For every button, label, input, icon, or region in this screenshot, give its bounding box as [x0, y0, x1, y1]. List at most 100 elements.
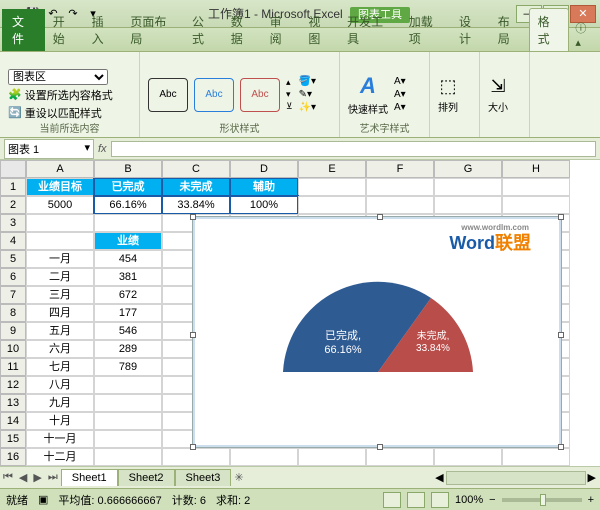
formula-input[interactable]	[111, 141, 596, 157]
cell[interactable]: 672	[94, 286, 162, 304]
cell[interactable]	[298, 178, 366, 196]
cell[interactable]	[298, 448, 366, 466]
row-header[interactable]: 1	[0, 178, 26, 196]
new-sheet-icon[interactable]: ✳	[231, 471, 246, 484]
cell[interactable]	[94, 376, 162, 394]
row-header[interactable]: 8	[0, 304, 26, 322]
cell[interactable]	[366, 178, 434, 196]
col-header[interactable]: H	[502, 160, 570, 178]
cell[interactable]: 177	[94, 304, 162, 322]
shape-outline-button[interactable]: ✎▾	[299, 89, 316, 100]
hscroll-track[interactable]	[446, 471, 586, 485]
cell[interactable]	[26, 232, 94, 250]
cell[interactable]: 二月	[26, 268, 94, 286]
row-header[interactable]: 4	[0, 232, 26, 250]
cell[interactable]: 十二月	[26, 448, 94, 466]
arrange-button[interactable]: ⬚排列	[438, 76, 458, 114]
cell[interactable]: 九月	[26, 394, 94, 412]
help-icon[interactable]: ⓘ ▴	[569, 18, 600, 51]
col-header[interactable]: B	[94, 160, 162, 178]
shape-style-3[interactable]: Abc	[240, 78, 280, 112]
row-header[interactable]: 9	[0, 322, 26, 340]
cell[interactable]	[94, 214, 162, 232]
cell[interactable]: 289	[94, 340, 162, 358]
gallery-down-icon[interactable]: ▾	[286, 89, 293, 100]
cell[interactable]: 5000	[26, 196, 94, 214]
shape-effects-button[interactable]: ✨▾	[299, 102, 316, 113]
cell[interactable]: 一月	[26, 250, 94, 268]
chevron-down-icon[interactable]: ▾	[84, 141, 90, 157]
tab-design[interactable]: 设计	[451, 9, 490, 51]
cell[interactable]: 546	[94, 322, 162, 340]
gallery-up-icon[interactable]: ▴	[286, 77, 293, 88]
format-selection-button[interactable]: 设置所选内容格式	[25, 87, 113, 103]
cell[interactable]: 八月	[26, 376, 94, 394]
cell[interactable]	[230, 448, 298, 466]
select-all-corner[interactable]	[0, 160, 26, 178]
cell[interactable]: 33.84%	[162, 196, 230, 214]
cell[interactable]: 已完成	[94, 178, 162, 196]
cell[interactable]	[502, 196, 570, 214]
cell[interactable]: 100%	[230, 196, 298, 214]
cell[interactable]: 未完成	[162, 178, 230, 196]
cell[interactable]	[26, 214, 94, 232]
cell[interactable]	[94, 394, 162, 412]
tab-layout[interactable]: 页面布局	[122, 9, 184, 51]
tab-review[interactable]: 审阅	[262, 9, 301, 51]
cell[interactable]: 五月	[26, 322, 94, 340]
cell[interactable]	[366, 196, 434, 214]
row-header[interactable]: 7	[0, 286, 26, 304]
cell[interactable]: 三月	[26, 286, 94, 304]
cell[interactable]	[434, 448, 502, 466]
row-header[interactable]: 6	[0, 268, 26, 286]
zoom-level[interactable]: 100%	[455, 494, 483, 506]
row-header[interactable]: 11	[0, 358, 26, 376]
sheet-nav-prev[interactable]: ◀	[16, 471, 30, 484]
row-header[interactable]: 13	[0, 394, 26, 412]
view-pagelayout-button[interactable]	[407, 492, 425, 508]
tab-chartlayout[interactable]: 布局	[490, 9, 529, 51]
hscroll-left-icon[interactable]: ◀	[435, 471, 443, 484]
sheet-tab-3[interactable]: Sheet3	[175, 469, 232, 486]
cell[interactable]	[366, 448, 434, 466]
zoom-out-icon[interactable]: −	[489, 494, 495, 506]
cell[interactable]	[434, 196, 502, 214]
view-normal-button[interactable]	[383, 492, 401, 508]
col-header[interactable]: E	[298, 160, 366, 178]
col-header[interactable]: C	[162, 160, 230, 178]
row-header[interactable]: 2	[0, 196, 26, 214]
cell[interactable]	[94, 448, 162, 466]
shape-style-2[interactable]: Abc	[194, 78, 234, 112]
embedded-chart[interactable]: www.wordlm.com Word联盟 已完成, 66.16% 未完成, 3…	[192, 216, 562, 448]
sheet-tab-2[interactable]: Sheet2	[118, 469, 175, 486]
cell[interactable]: 381	[94, 268, 162, 286]
row-header[interactable]: 12	[0, 376, 26, 394]
cell[interactable]	[162, 448, 230, 466]
row-header[interactable]: 5	[0, 250, 26, 268]
cell[interactable]: 十月	[26, 412, 94, 430]
cell[interactable]: 业绩目标	[26, 178, 94, 196]
cell[interactable]: 七月	[26, 358, 94, 376]
sheet-nav-first[interactable]: ⏮	[0, 471, 16, 484]
cell[interactable]: 辅助	[230, 178, 298, 196]
cell[interactable]: 业绩	[94, 232, 162, 250]
cell[interactable]	[298, 196, 366, 214]
fx-icon[interactable]: fx	[98, 143, 107, 155]
cell[interactable]	[94, 412, 162, 430]
selection-combo[interactable]: 图表区	[8, 69, 108, 85]
gallery-more-icon[interactable]: ⊻	[286, 101, 293, 112]
tab-addin[interactable]: 加载项	[401, 9, 451, 51]
cell[interactable]	[94, 430, 162, 448]
col-header[interactable]: D	[230, 160, 298, 178]
view-pagebreak-button[interactable]	[431, 492, 449, 508]
col-header[interactable]: A	[26, 160, 94, 178]
tab-formula[interactable]: 公式	[184, 9, 223, 51]
cell[interactable]: 454	[94, 250, 162, 268]
reset-style-button[interactable]: 重设以匹配样式	[25, 105, 102, 121]
hscroll-right-icon[interactable]: ▶	[588, 471, 596, 484]
sheet-nav-next[interactable]: ▶	[30, 471, 44, 484]
cell[interactable]: 六月	[26, 340, 94, 358]
sheet-nav-last[interactable]: ⏭	[45, 471, 61, 484]
row-header[interactable]: 16	[0, 448, 26, 466]
zoom-slider[interactable]	[502, 498, 582, 502]
